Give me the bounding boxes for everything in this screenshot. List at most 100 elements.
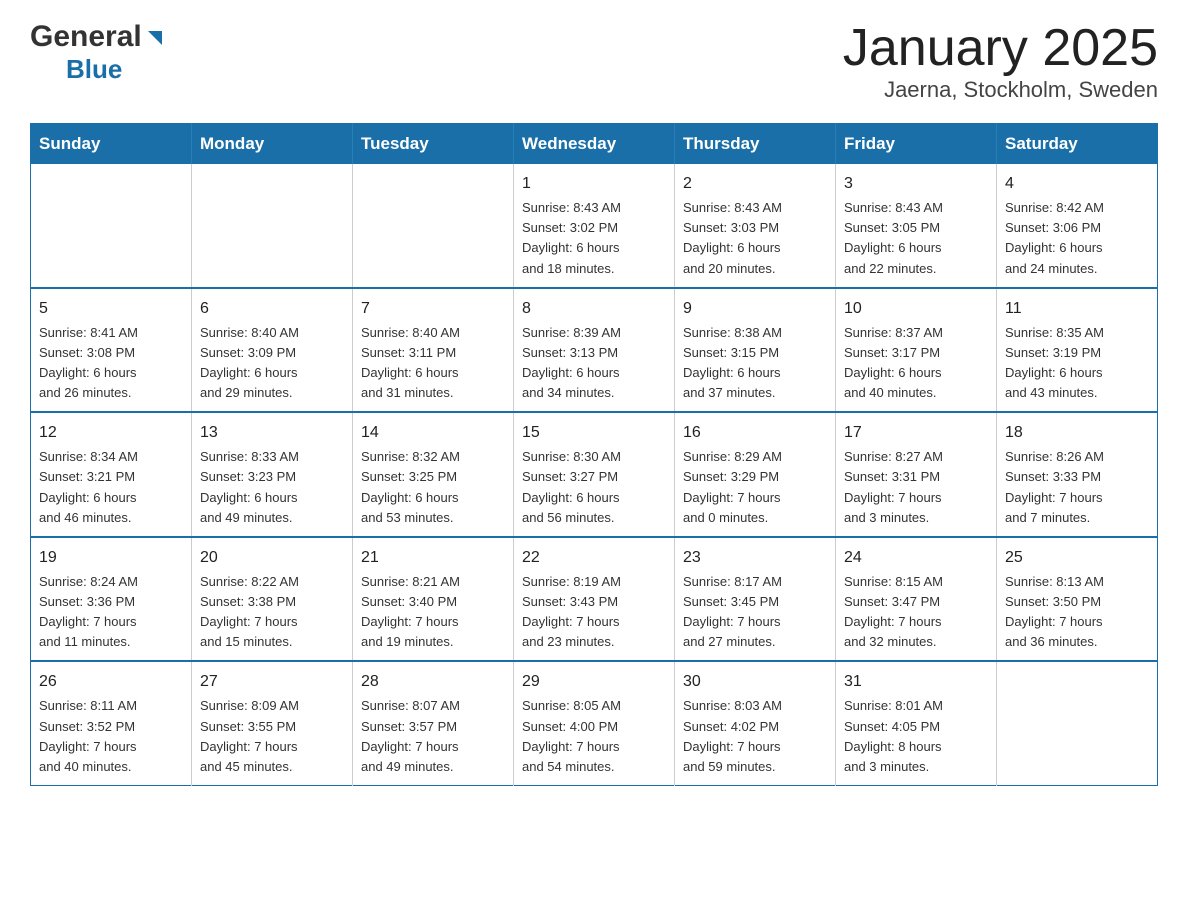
page-header: General Blue January 2025 Jaerna, Stockh… bbox=[30, 20, 1158, 103]
day-number: 3 bbox=[844, 172, 988, 196]
logo-blue-text: Blue bbox=[66, 54, 122, 84]
day-number: 4 bbox=[1005, 172, 1149, 196]
calendar-cell: 25Sunrise: 8:13 AM Sunset: 3:50 PM Dayli… bbox=[997, 537, 1158, 662]
day-number: 21 bbox=[361, 546, 505, 570]
calendar-cell: 5Sunrise: 8:41 AM Sunset: 3:08 PM Daylig… bbox=[31, 288, 192, 413]
day-info: Sunrise: 8:39 AM Sunset: 3:13 PM Dayligh… bbox=[522, 323, 666, 404]
calendar-cell bbox=[192, 164, 353, 288]
calendar-cell: 9Sunrise: 8:38 AM Sunset: 3:15 PM Daylig… bbox=[675, 288, 836, 413]
day-number: 29 bbox=[522, 670, 666, 694]
day-number: 13 bbox=[200, 421, 344, 445]
calendar-cell: 4Sunrise: 8:42 AM Sunset: 3:06 PM Daylig… bbox=[997, 164, 1158, 288]
day-info: Sunrise: 8:43 AM Sunset: 3:03 PM Dayligh… bbox=[683, 198, 827, 279]
col-wednesday: Wednesday bbox=[514, 124, 675, 165]
calendar-cell: 21Sunrise: 8:21 AM Sunset: 3:40 PM Dayli… bbox=[353, 537, 514, 662]
day-number: 11 bbox=[1005, 297, 1149, 321]
day-info: Sunrise: 8:19 AM Sunset: 3:43 PM Dayligh… bbox=[522, 572, 666, 653]
day-info: Sunrise: 8:26 AM Sunset: 3:33 PM Dayligh… bbox=[1005, 447, 1149, 528]
calendar-cell: 16Sunrise: 8:29 AM Sunset: 3:29 PM Dayli… bbox=[675, 412, 836, 537]
day-number: 12 bbox=[39, 421, 183, 445]
calendar-cell: 2Sunrise: 8:43 AM Sunset: 3:03 PM Daylig… bbox=[675, 164, 836, 288]
calendar-cell: 30Sunrise: 8:03 AM Sunset: 4:02 PM Dayli… bbox=[675, 661, 836, 785]
day-info: Sunrise: 8:35 AM Sunset: 3:19 PM Dayligh… bbox=[1005, 323, 1149, 404]
calendar-cell: 8Sunrise: 8:39 AM Sunset: 3:13 PM Daylig… bbox=[514, 288, 675, 413]
calendar-cell: 14Sunrise: 8:32 AM Sunset: 3:25 PM Dayli… bbox=[353, 412, 514, 537]
day-info: Sunrise: 8:30 AM Sunset: 3:27 PM Dayligh… bbox=[522, 447, 666, 528]
calendar-cell: 19Sunrise: 8:24 AM Sunset: 3:36 PM Dayli… bbox=[31, 537, 192, 662]
calendar-cell: 6Sunrise: 8:40 AM Sunset: 3:09 PM Daylig… bbox=[192, 288, 353, 413]
calendar-week-4: 19Sunrise: 8:24 AM Sunset: 3:36 PM Dayli… bbox=[31, 537, 1158, 662]
calendar-week-2: 5Sunrise: 8:41 AM Sunset: 3:08 PM Daylig… bbox=[31, 288, 1158, 413]
col-tuesday: Tuesday bbox=[353, 124, 514, 165]
logo-triangle-icon bbox=[144, 27, 166, 49]
calendar-cell: 22Sunrise: 8:19 AM Sunset: 3:43 PM Dayli… bbox=[514, 537, 675, 662]
day-number: 22 bbox=[522, 546, 666, 570]
day-number: 20 bbox=[200, 546, 344, 570]
day-number: 5 bbox=[39, 297, 183, 321]
day-number: 19 bbox=[39, 546, 183, 570]
calendar-cell: 23Sunrise: 8:17 AM Sunset: 3:45 PM Dayli… bbox=[675, 537, 836, 662]
col-friday: Friday bbox=[836, 124, 997, 165]
col-sunday: Sunday bbox=[31, 124, 192, 165]
calendar-subtitle: Jaerna, Stockholm, Sweden bbox=[843, 77, 1158, 103]
day-info: Sunrise: 8:03 AM Sunset: 4:02 PM Dayligh… bbox=[683, 696, 827, 777]
day-info: Sunrise: 8:40 AM Sunset: 3:09 PM Dayligh… bbox=[200, 323, 344, 404]
day-number: 16 bbox=[683, 421, 827, 445]
day-number: 18 bbox=[1005, 421, 1149, 445]
day-number: 30 bbox=[683, 670, 827, 694]
day-info: Sunrise: 8:43 AM Sunset: 3:05 PM Dayligh… bbox=[844, 198, 988, 279]
day-number: 14 bbox=[361, 421, 505, 445]
day-number: 25 bbox=[1005, 546, 1149, 570]
calendar-cell: 10Sunrise: 8:37 AM Sunset: 3:17 PM Dayli… bbox=[836, 288, 997, 413]
day-number: 7 bbox=[361, 297, 505, 321]
day-info: Sunrise: 8:33 AM Sunset: 3:23 PM Dayligh… bbox=[200, 447, 344, 528]
calendar-week-1: 1Sunrise: 8:43 AM Sunset: 3:02 PM Daylig… bbox=[31, 164, 1158, 288]
day-number: 8 bbox=[522, 297, 666, 321]
title-block: January 2025 Jaerna, Stockholm, Sweden bbox=[843, 20, 1158, 103]
col-saturday: Saturday bbox=[997, 124, 1158, 165]
calendar-title: January 2025 bbox=[843, 20, 1158, 77]
day-info: Sunrise: 8:13 AM Sunset: 3:50 PM Dayligh… bbox=[1005, 572, 1149, 653]
calendar-cell bbox=[31, 164, 192, 288]
day-number: 27 bbox=[200, 670, 344, 694]
calendar-cell: 29Sunrise: 8:05 AM Sunset: 4:00 PM Dayli… bbox=[514, 661, 675, 785]
calendar-cell bbox=[997, 661, 1158, 785]
calendar-cell: 3Sunrise: 8:43 AM Sunset: 3:05 PM Daylig… bbox=[836, 164, 997, 288]
day-number: 31 bbox=[844, 670, 988, 694]
day-number: 6 bbox=[200, 297, 344, 321]
day-number: 15 bbox=[522, 421, 666, 445]
day-info: Sunrise: 8:22 AM Sunset: 3:38 PM Dayligh… bbox=[200, 572, 344, 653]
day-info: Sunrise: 8:27 AM Sunset: 3:31 PM Dayligh… bbox=[844, 447, 988, 528]
calendar-cell: 12Sunrise: 8:34 AM Sunset: 3:21 PM Dayli… bbox=[31, 412, 192, 537]
day-info: Sunrise: 8:17 AM Sunset: 3:45 PM Dayligh… bbox=[683, 572, 827, 653]
day-info: Sunrise: 8:24 AM Sunset: 3:36 PM Dayligh… bbox=[39, 572, 183, 653]
calendar-cell: 18Sunrise: 8:26 AM Sunset: 3:33 PM Dayli… bbox=[997, 412, 1158, 537]
day-info: Sunrise: 8:05 AM Sunset: 4:00 PM Dayligh… bbox=[522, 696, 666, 777]
day-number: 23 bbox=[683, 546, 827, 570]
day-info: Sunrise: 8:07 AM Sunset: 3:57 PM Dayligh… bbox=[361, 696, 505, 777]
day-info: Sunrise: 8:11 AM Sunset: 3:52 PM Dayligh… bbox=[39, 696, 183, 777]
day-number: 10 bbox=[844, 297, 988, 321]
day-number: 1 bbox=[522, 172, 666, 196]
calendar-header-row: Sunday Monday Tuesday Wednesday Thursday… bbox=[31, 124, 1158, 165]
day-number: 26 bbox=[39, 670, 183, 694]
calendar-cell: 31Sunrise: 8:01 AM Sunset: 4:05 PM Dayli… bbox=[836, 661, 997, 785]
calendar-table: Sunday Monday Tuesday Wednesday Thursday… bbox=[30, 123, 1158, 786]
calendar-cell: 26Sunrise: 8:11 AM Sunset: 3:52 PM Dayli… bbox=[31, 661, 192, 785]
calendar-cell: 7Sunrise: 8:40 AM Sunset: 3:11 PM Daylig… bbox=[353, 288, 514, 413]
calendar-week-5: 26Sunrise: 8:11 AM Sunset: 3:52 PM Dayli… bbox=[31, 661, 1158, 785]
calendar-week-3: 12Sunrise: 8:34 AM Sunset: 3:21 PM Dayli… bbox=[31, 412, 1158, 537]
day-info: Sunrise: 8:21 AM Sunset: 3:40 PM Dayligh… bbox=[361, 572, 505, 653]
day-info: Sunrise: 8:09 AM Sunset: 3:55 PM Dayligh… bbox=[200, 696, 344, 777]
day-info: Sunrise: 8:40 AM Sunset: 3:11 PM Dayligh… bbox=[361, 323, 505, 404]
day-info: Sunrise: 8:15 AM Sunset: 3:47 PM Dayligh… bbox=[844, 572, 988, 653]
day-number: 9 bbox=[683, 297, 827, 321]
day-number: 24 bbox=[844, 546, 988, 570]
calendar-cell bbox=[353, 164, 514, 288]
day-info: Sunrise: 8:34 AM Sunset: 3:21 PM Dayligh… bbox=[39, 447, 183, 528]
calendar-cell: 28Sunrise: 8:07 AM Sunset: 3:57 PM Dayli… bbox=[353, 661, 514, 785]
day-number: 17 bbox=[844, 421, 988, 445]
calendar-cell: 13Sunrise: 8:33 AM Sunset: 3:23 PM Dayli… bbox=[192, 412, 353, 537]
day-info: Sunrise: 8:01 AM Sunset: 4:05 PM Dayligh… bbox=[844, 696, 988, 777]
col-monday: Monday bbox=[192, 124, 353, 165]
